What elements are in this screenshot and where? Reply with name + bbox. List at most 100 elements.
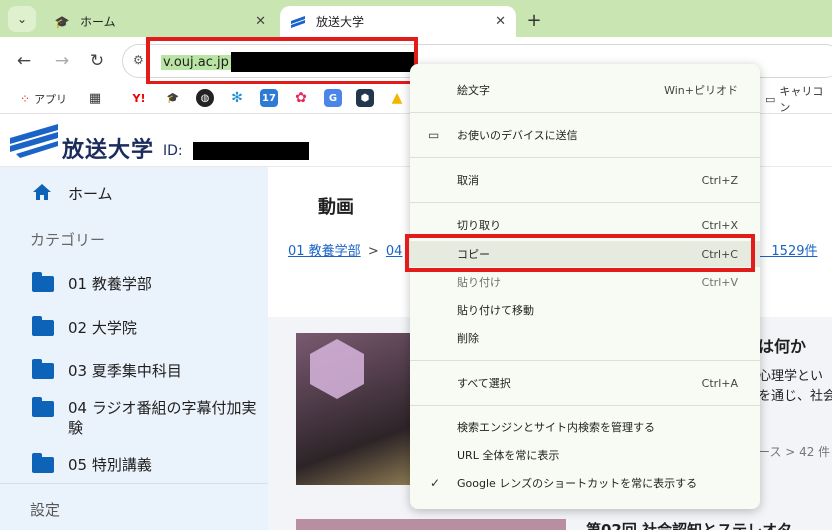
video-description: を通じ、社会 bbox=[758, 389, 832, 404]
reload-icon: ↻ bbox=[89, 51, 105, 71]
folder-icon bbox=[32, 453, 54, 473]
user-id-label: ID: bbox=[163, 143, 183, 159]
menu-item-select-all[interactable]: すべて選択 Ctrl+A bbox=[410, 370, 760, 396]
graduation-cap-icon[interactable]: 🎓 bbox=[164, 89, 182, 107]
user-id-redaction bbox=[193, 142, 309, 160]
bookmark-label: キャリコン bbox=[779, 85, 824, 114]
hexagon-graphic bbox=[310, 339, 364, 399]
menu-item-paste[interactable]: 貼り付け Ctrl+V bbox=[410, 269, 760, 295]
bookmark-folder[interactable]: ▭ キャリコン bbox=[765, 85, 832, 114]
close-icon[interactable]: ✕ bbox=[255, 14, 266, 29]
tab-title: ホーム bbox=[80, 15, 116, 29]
menu-separator bbox=[410, 405, 760, 406]
checkmark-icon: ✓ bbox=[430, 476, 441, 490]
url-highlight-box bbox=[146, 37, 418, 85]
menu-item-emoji[interactable]: 絵文字 Win+ピリオド bbox=[410, 77, 760, 103]
sidebar-item-01[interactable]: 01 教養学部 bbox=[0, 272, 268, 294]
sidebar-item-04[interactable]: 04 ラジオ番組の字幕付加実験 bbox=[0, 397, 268, 438]
site-info-icon[interactable]: ⚙ bbox=[133, 53, 144, 67]
hexagon-icon[interactable]: ⬢ bbox=[356, 89, 374, 107]
page-title: 動画 bbox=[318, 197, 354, 218]
site-logo-text: 放送大学 bbox=[62, 138, 155, 163]
graduation-cap-icon: 🎓 bbox=[54, 14, 70, 29]
tab-ouj[interactable]: 放送大学 ✕ bbox=[280, 6, 516, 37]
menu-item-show-full-url[interactable]: URL 全体を常に表示 bbox=[410, 442, 760, 468]
video-thumbnail[interactable] bbox=[296, 333, 412, 485]
video-meta: ース > 42 件 bbox=[758, 445, 831, 459]
video-thumbnail[interactable] bbox=[296, 519, 566, 530]
menu-item-label: URL 全体を常に表示 bbox=[457, 449, 560, 462]
yahoo-icon[interactable]: Y! bbox=[130, 89, 148, 107]
back-button[interactable]: ← bbox=[12, 49, 36, 73]
grid-icon[interactable]: ▦ bbox=[86, 89, 104, 107]
breadcrumb: 01 教養学部 > 04 bbox=[288, 240, 402, 259]
reload-button[interactable]: ↻ bbox=[85, 49, 109, 73]
breadcrumb-separator: > bbox=[367, 244, 379, 259]
menu-item-undo[interactable]: 取消 Ctrl+Z bbox=[410, 167, 760, 193]
chevron-down-icon: ⌄ bbox=[16, 12, 28, 26]
close-icon[interactable]: ✕ bbox=[495, 14, 506, 29]
forward-button[interactable]: → bbox=[50, 49, 74, 73]
sidebar-item-02[interactable]: 02 大学院 bbox=[0, 316, 268, 338]
menu-separator bbox=[410, 360, 760, 361]
flower-icon[interactable]: ✿ bbox=[292, 89, 310, 107]
snowflake-icon[interactable]: ✻ bbox=[228, 89, 246, 107]
sidebar-item-label: 03 夏季集中科目 bbox=[68, 362, 182, 380]
menu-item-label: 検索エンジンとサイト内検索を管理する bbox=[457, 421, 655, 434]
sidebar-item-label: ホーム bbox=[68, 185, 113, 203]
menu-item-shortcut: Ctrl+V bbox=[701, 275, 738, 289]
tab-strip: ⌄ 🎓 ホーム ✕ 放送大学 ✕ + bbox=[0, 0, 832, 37]
video-title[interactable]: は何か bbox=[758, 333, 806, 357]
sidebar-divider bbox=[0, 483, 268, 484]
tab-title: 放送大学 bbox=[316, 15, 365, 29]
arrow-left-icon: ← bbox=[16, 51, 32, 71]
sidebar-item-label: 05 特別講義 bbox=[68, 456, 152, 474]
menu-item-paste-and-go[interactable]: 貼り付けて移動 bbox=[410, 297, 760, 323]
calendar-icon[interactable]: 17 bbox=[260, 89, 278, 107]
folder-icon: ▭ bbox=[765, 92, 776, 106]
sidebar-item-label: 02 大学院 bbox=[68, 319, 137, 337]
menu-item-label: 貼り付けて移動 bbox=[457, 304, 534, 317]
context-menu: 絵文字 Win+ピリオド ▭ お使いのデバイスに送信 取消 Ctrl+Z 切り取… bbox=[410, 64, 760, 509]
menu-item-send-to-device[interactable]: ▭ お使いのデバイスに送信 bbox=[410, 122, 760, 148]
copy-highlight-box bbox=[405, 234, 755, 272]
video-title[interactable]: 第02回 社会認知とステレオタ bbox=[586, 519, 792, 530]
menu-separator bbox=[410, 112, 760, 113]
menu-item-shortcut: Win+ピリオド bbox=[664, 84, 738, 97]
arrow-right-icon: → bbox=[54, 51, 70, 71]
bookmark-apps[interactable]: ⁘ アプリ bbox=[20, 90, 67, 108]
folder-icon bbox=[32, 316, 54, 336]
globe-icon[interactable]: ◍ bbox=[196, 89, 214, 107]
menu-separator bbox=[410, 157, 760, 158]
drive-icon[interactable]: ▲ bbox=[388, 89, 406, 107]
menu-item-label: お使いのデバイスに送信 bbox=[457, 129, 578, 142]
sidebar-item-label: 04 ラジオ番組の字幕付加実験 bbox=[68, 399, 257, 437]
menu-item-shortcut: Ctrl+A bbox=[701, 376, 738, 390]
menu-item-label: 削除 bbox=[457, 332, 479, 345]
sidebar-item-settings[interactable]: 設定 bbox=[30, 499, 60, 520]
sidebar-item-05[interactable]: 05 特別講義 bbox=[0, 453, 268, 475]
menu-item-label: 絵文字 bbox=[457, 84, 490, 97]
tab-search-button[interactable]: ⌄ bbox=[8, 6, 36, 32]
translate-icon[interactable]: G bbox=[324, 89, 342, 107]
menu-item-manage-search-engines[interactable]: 検索エンジンとサイト内検索を管理する bbox=[410, 414, 760, 440]
video-description: 心理学とい bbox=[758, 369, 824, 384]
menu-item-shortcut: Ctrl+X bbox=[701, 218, 738, 232]
plus-icon: + bbox=[526, 9, 542, 31]
breadcrumb-link[interactable]: 04 bbox=[386, 244, 403, 259]
tab-home[interactable]: 🎓 ホーム ✕ bbox=[44, 6, 276, 37]
menu-item-delete[interactable]: 削除 bbox=[410, 325, 760, 351]
menu-item-label: 切り取り bbox=[457, 219, 501, 232]
sidebar-item-home[interactable]: ホーム bbox=[0, 183, 268, 204]
sidebar-item-03[interactable]: 03 夏季集中科目 bbox=[0, 359, 268, 381]
breadcrumb-link[interactable]: 01 教養学部 bbox=[288, 244, 361, 259]
laptop-icon: ▭ bbox=[428, 128, 440, 142]
menu-item-lens-shortcut[interactable]: ✓ Google レンズのショートカットを常に表示する bbox=[410, 470, 760, 496]
menu-item-label: 取消 bbox=[457, 174, 479, 187]
new-tab-button[interactable]: + bbox=[522, 9, 546, 31]
menu-item-label: すべて選択 bbox=[457, 377, 511, 390]
ouj-logo-icon bbox=[10, 124, 58, 158]
menu-item-shortcut: Ctrl+Z bbox=[701, 173, 738, 187]
category-heading: カテゴリー bbox=[30, 231, 106, 249]
folder-icon bbox=[32, 397, 54, 417]
